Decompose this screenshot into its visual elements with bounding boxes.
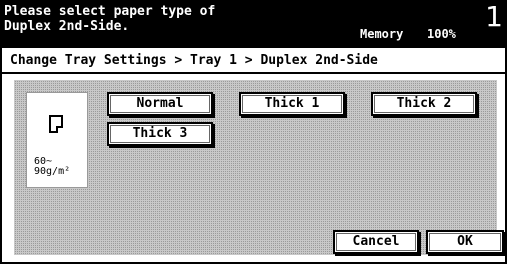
paper-weight-line-2: 90g/m² — [34, 166, 71, 177]
memory-value: 100% — [427, 27, 456, 41]
tray-info-card: 60~ 90g/m² — [26, 92, 88, 188]
instruction-message: Please select paper type of Duplex 2nd-S… — [4, 4, 215, 34]
paper-weight: 60~ 90g/m² — [34, 157, 70, 177]
touch-panel-screen: Please select paper type of Duplex 2nd-S… — [0, 0, 507, 264]
cancel-button[interactable]: Cancel — [333, 230, 419, 254]
message-line-1: Please select paper type of — [4, 4, 216, 19]
breadcrumb: Change Tray Settings > Tray 1 > Duplex 2… — [0, 48, 507, 74]
paper-type-thick3-button[interactable]: Thick 3 — [107, 122, 213, 146]
message-line-2: Duplex 2nd-Side. — [4, 19, 130, 34]
breadcrumb-text: Change Tray Settings > Tray 1 > Duplex 2… — [10, 53, 378, 68]
memory-label: Memory — [360, 27, 404, 41]
paper-type-thick2-button[interactable]: Thick 2 — [371, 92, 477, 116]
page-number: 1 — [485, 0, 503, 33]
paper-type-normal-button[interactable]: Normal — [107, 92, 213, 116]
ok-button[interactable]: OK — [426, 230, 504, 254]
selection-area: 60~ 90g/m² Normal Thick 1 Thick 2 Thick … — [14, 80, 497, 255]
header-bar: Please select paper type of Duplex 2nd-S… — [0, 0, 507, 48]
paper-icon — [49, 115, 63, 133]
paper-type-thick1-button[interactable]: Thick 1 — [239, 92, 345, 116]
